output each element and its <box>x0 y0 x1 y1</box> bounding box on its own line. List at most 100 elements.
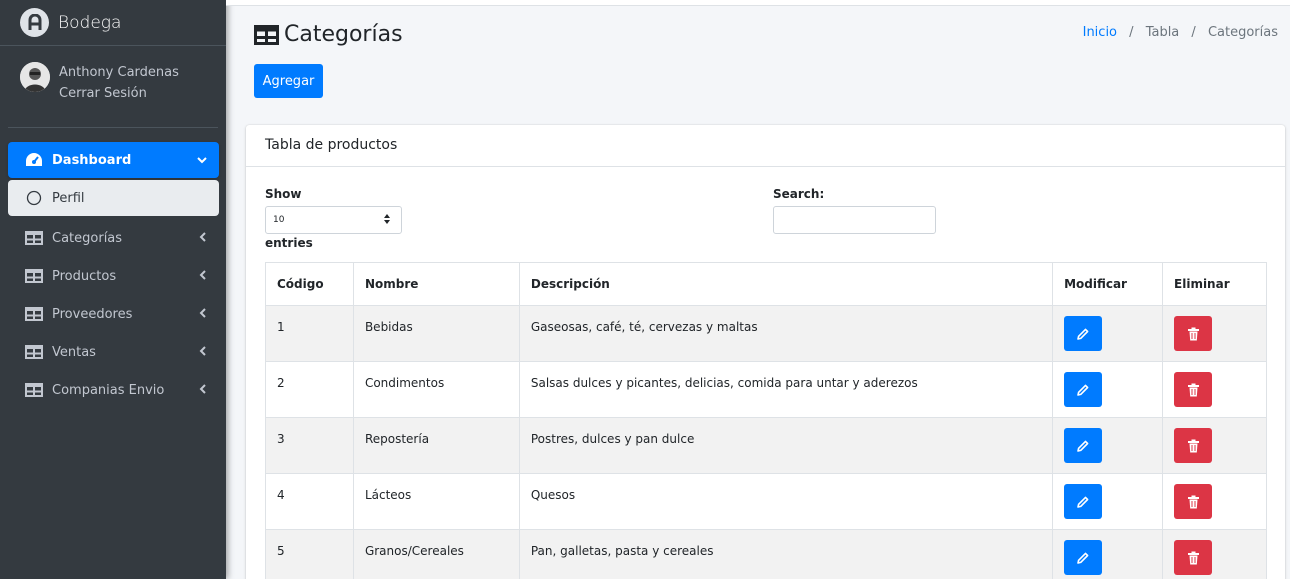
edit-button[interactable] <box>1064 316 1103 351</box>
edit-button[interactable] <box>1064 540 1103 575</box>
sidebar: Bodega Anthony Cardenas Cerrar Sesión Da… <box>0 0 226 579</box>
table-icon <box>24 231 44 245</box>
page-title-text: Categorías <box>284 22 403 47</box>
column-header-codigo[interactable]: Código <box>265 262 354 306</box>
delete-button[interactable] <box>1174 372 1213 407</box>
cell-delete <box>1162 473 1267 530</box>
sidebar-item-label: Productos <box>52 268 117 284</box>
cell-code: 1 <box>265 305 354 362</box>
cell-code: 3 <box>265 417 354 474</box>
brand-link[interactable]: Bodega <box>0 0 226 46</box>
sidebar-nav: Dashboard Perfil Categorías Productos Pr… <box>0 128 226 408</box>
delete-button[interactable] <box>1174 540 1213 575</box>
cell-delete <box>1162 529 1267 579</box>
cell-description: Gaseosas, café, té, cervezas y maltas <box>518 305 1054 362</box>
pencil-icon <box>1077 328 1089 340</box>
trash-icon <box>1187 551 1199 564</box>
cell-edit <box>1052 529 1164 579</box>
table-row: 1 Bebidas Gaseosas, café, té, cervezas y… <box>265 305 1267 362</box>
sidebar-item-companias-envio[interactable]: Companias Envio <box>8 372 219 408</box>
sidebar-item-categorias[interactable]: Categorías <box>8 220 219 256</box>
sidebar-item-label: Proveedores <box>52 306 133 322</box>
column-header-modificar[interactable]: Modificar <box>1052 262 1164 306</box>
chevron-down-icon <box>197 153 207 168</box>
sidebar-item-label: Companias Envio <box>52 382 165 398</box>
delete-button[interactable] <box>1174 484 1213 519</box>
column-header-descripcion[interactable]: Descripción <box>518 262 1054 306</box>
edit-button[interactable] <box>1064 372 1103 407</box>
cell-code: 2 <box>265 361 354 418</box>
delete-button[interactable] <box>1174 316 1213 351</box>
brand-logo-icon <box>20 8 49 37</box>
sidebar-item-label: Ventas <box>52 344 96 360</box>
cell-name: Repostería <box>352 417 520 474</box>
table-icon <box>254 24 279 45</box>
sidebar-item-perfil[interactable]: Perfil <box>8 180 219 216</box>
table-icon <box>24 269 44 283</box>
table-icon <box>24 307 44 321</box>
table-header-row: Código Nombre Descripción Modificar Elim… <box>265 262 1267 306</box>
cell-edit <box>1052 305 1164 362</box>
pencil-icon <box>1077 496 1089 508</box>
pencil-icon <box>1077 384 1089 396</box>
main-content: Categorías Inicio / Tabla / Categorías A… <box>226 0 1290 579</box>
cell-delete <box>1162 417 1267 474</box>
products-table-card: Tabla de productos Show 10 entries Searc… <box>246 125 1285 579</box>
cell-description: Quesos <box>518 473 1054 530</box>
sidebar-item-dashboard[interactable]: Dashboard <box>8 142 219 178</box>
search-input[interactable] <box>773 206 936 234</box>
cell-name: Granos/Cereales <box>352 529 520 579</box>
cell-description: Pan, galletas, pasta y cereales <box>518 529 1054 579</box>
cell-name: Lácteos <box>352 473 520 530</box>
trash-icon <box>1187 495 1199 508</box>
sidebar-item-productos[interactable]: Productos <box>8 258 219 294</box>
cell-name: Condimentos <box>352 361 520 418</box>
table-icon <box>24 345 44 359</box>
card-title: Tabla de productos <box>246 125 1285 167</box>
user-avatar[interactable] <box>20 62 50 92</box>
table-icon <box>24 383 44 397</box>
entries-select-value: 10 <box>273 215 285 225</box>
search-label: Search: <box>773 187 825 201</box>
trash-icon <box>1187 439 1199 452</box>
cell-code: 5 <box>265 529 354 579</box>
trash-icon <box>1187 327 1199 340</box>
entries-label: entries <box>265 236 313 250</box>
column-header-nombre[interactable]: Nombre <box>352 262 520 306</box>
breadcrumb-current: Categorías <box>1207 25 1278 40</box>
table-row: 4 Lácteos Quesos <box>265 473 1267 530</box>
page-title: Categorías <box>254 22 403 47</box>
column-header-eliminar[interactable]: Eliminar <box>1162 262 1267 306</box>
sidebar-item-proveedores[interactable]: Proveedores <box>8 296 219 332</box>
top-navbar <box>226 0 1290 6</box>
chevron-left-icon <box>199 345 207 360</box>
edit-button[interactable] <box>1064 428 1103 463</box>
sort-caret-icon <box>383 213 391 227</box>
breadcrumb-separator: / <box>1129 25 1134 40</box>
cell-edit <box>1052 473 1164 530</box>
pencil-icon <box>1077 552 1089 564</box>
table-row: 5 Granos/Cereales Pan, galletas, pasta y… <box>265 529 1267 579</box>
table-row: 2 Condimentos Salsas dulces y picantes, … <box>265 361 1267 418</box>
sidebar-item-ventas[interactable]: Ventas <box>8 334 219 370</box>
entries-select[interactable]: 10 <box>265 206 402 234</box>
chevron-left-icon <box>199 307 207 322</box>
breadcrumb-home-link[interactable]: Inicio <box>1083 25 1117 40</box>
user-panel: Anthony Cardenas Cerrar Sesión <box>8 46 218 128</box>
delete-button[interactable] <box>1174 428 1213 463</box>
cell-delete <box>1162 361 1267 418</box>
sidebar-item-label: Dashboard <box>52 152 132 168</box>
circle-icon <box>24 190 44 206</box>
logout-link[interactable]: Cerrar Sesión <box>59 83 179 104</box>
table-row: 3 Repostería Postres, dulces y pan dulce <box>265 417 1267 474</box>
user-name[interactable]: Anthony Cardenas <box>59 62 179 83</box>
add-button[interactable]: Agregar <box>254 64 323 98</box>
sidebar-item-label: Categorías <box>52 230 123 246</box>
breadcrumb-separator: / <box>1191 25 1196 40</box>
edit-button[interactable] <box>1064 484 1103 519</box>
chevron-left-icon <box>199 383 207 398</box>
breadcrumb: Inicio / Tabla / Categorías <box>1083 25 1278 40</box>
tachometer-icon <box>24 152 44 168</box>
sidebar-item-label: Perfil <box>52 190 85 206</box>
cell-edit <box>1052 361 1164 418</box>
